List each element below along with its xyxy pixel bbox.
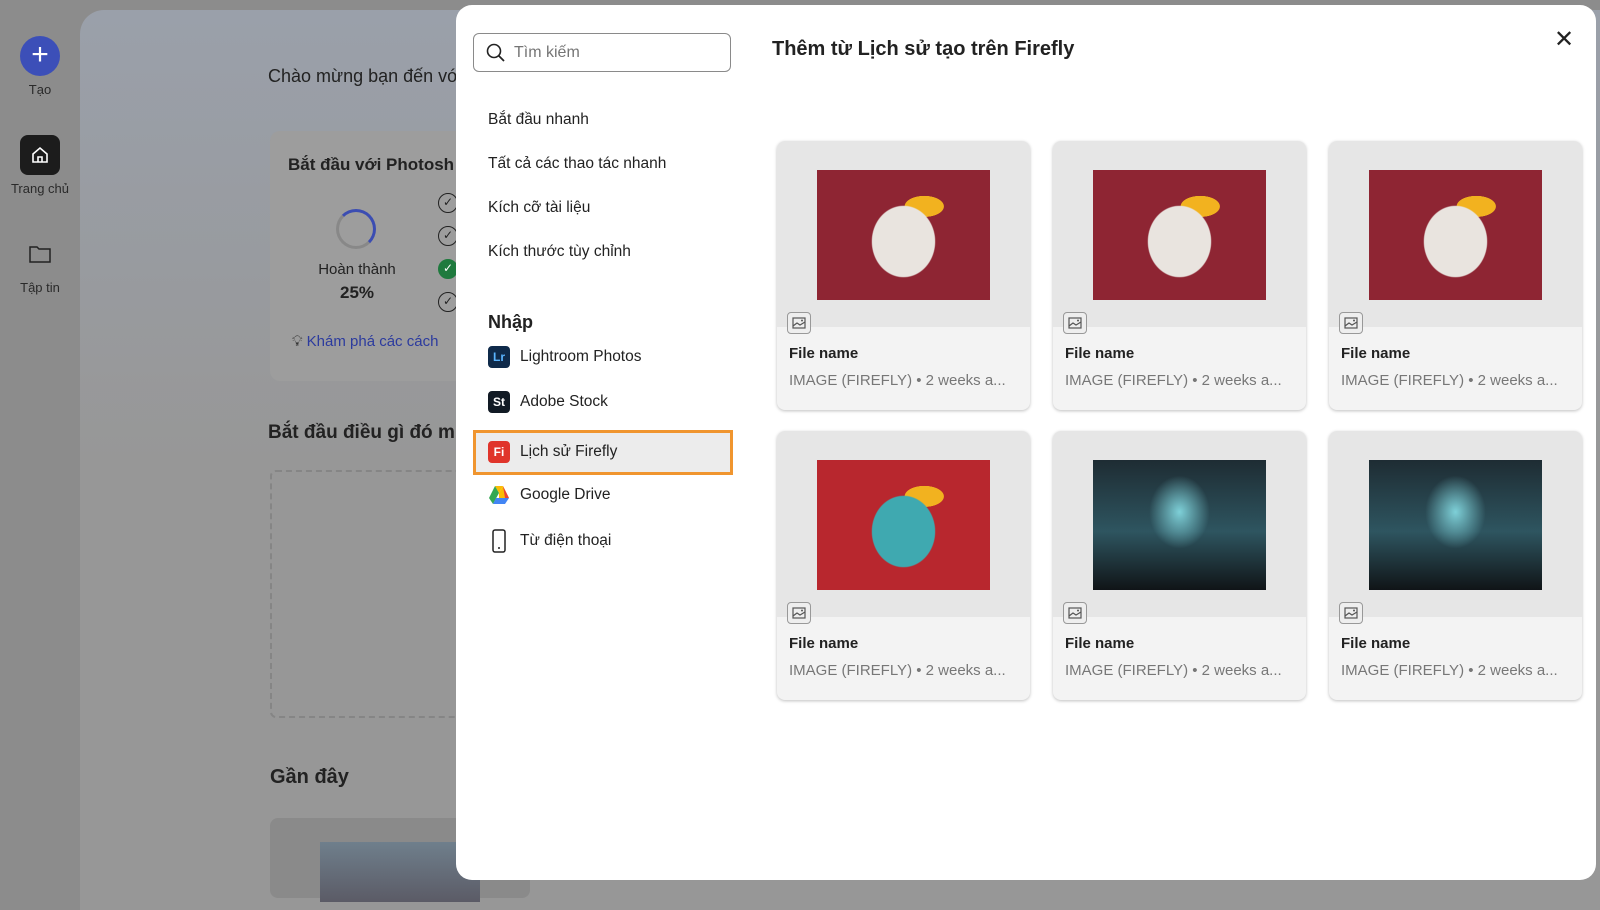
thumbnail-area <box>1329 431 1582 617</box>
file-name: File name <box>789 635 859 652</box>
file-meta: IMAGE (FIREFLY) • 2 weeks a... <box>1341 662 1558 679</box>
image-type-icon <box>1063 602 1087 624</box>
lightroom-icon: Lr <box>488 346 510 368</box>
source-lightroom[interactable]: Lr Lightroom Photos <box>488 346 642 368</box>
file-name: File name <box>1341 635 1411 652</box>
folder-icon <box>20 238 60 270</box>
source-google-drive[interactable]: Google Drive <box>488 485 610 505</box>
phone-icon <box>488 529 510 553</box>
google-drive-icon <box>488 485 510 505</box>
nav-all-quick-actions[interactable]: Tất cả các thao tác nhanh <box>488 155 666 173</box>
image-type-icon <box>787 312 811 334</box>
file-name: File name <box>1341 345 1411 362</box>
recent-heading: Gần đây <box>270 766 349 788</box>
file-meta: IMAGE (FIREFLY) • 2 weeks a... <box>789 372 1006 389</box>
close-icon[interactable]: ✕ <box>1554 25 1574 54</box>
thumbnail-area <box>777 141 1030 327</box>
file-thumbnail <box>817 460 990 590</box>
check-icon: ✓ <box>438 193 458 213</box>
welcome-text: Chào mừng bạn đến với <box>268 66 463 86</box>
home-icon <box>20 135 60 175</box>
nav-quick-start[interactable]: Bắt đầu nhanh <box>488 111 589 129</box>
card-title: Bắt đầu với Photosh <box>288 155 455 174</box>
source-adobe-stock[interactable]: St Adobe Stock <box>488 391 608 413</box>
adobe-stock-icon: St <box>488 391 510 413</box>
left-rail: + Tạo Trang chủ Tập tin <box>0 0 80 884</box>
file-thumbnail <box>817 170 990 300</box>
file-card[interactable]: File name IMAGE (FIREFLY) • 2 weeks a... <box>1053 431 1306 700</box>
file-name: File name <box>789 345 859 362</box>
firefly-icon: Fi <box>488 441 510 463</box>
thumbnail-area <box>1329 141 1582 327</box>
file-meta: IMAGE (FIREFLY) • 2 weeks a... <box>1065 372 1282 389</box>
home-label: Trang chủ <box>10 181 70 196</box>
source-phone[interactable]: Từ điện thoại <box>488 529 611 553</box>
source-label: Lightroom Photos <box>520 348 642 365</box>
home-button[interactable]: Trang chủ <box>0 135 80 196</box>
thumbnail-area <box>1053 141 1306 327</box>
image-type-icon <box>1339 602 1363 624</box>
nav-custom-size[interactable]: Kích thước tùy chỉnh <box>488 243 631 261</box>
start-section-heading: Bắt đầu điều gì đó m <box>268 422 455 443</box>
file-card[interactable]: File name IMAGE (FIREFLY) • 2 weeks a... <box>777 141 1030 410</box>
tip-link[interactable]: 💡︎ Khám phá các cách <box>292 333 438 350</box>
file-name: File name <box>1065 635 1135 652</box>
source-label: Google Drive <box>520 486 611 503</box>
progress-ring <box>336 209 376 249</box>
file-thumbnail <box>1369 460 1542 590</box>
image-type-icon <box>787 602 811 624</box>
source-label: Từ điện thoại <box>520 532 612 549</box>
source-label: Lịch sử Firefly <box>520 443 618 460</box>
search-icon <box>486 43 505 62</box>
file-thumbnail <box>1093 460 1266 590</box>
source-firefly-history[interactable]: Fi Lịch sử Firefly <box>488 441 617 463</box>
dialog-title: Thêm từ Lịch sử tạo trên Firefly <box>772 38 1075 60</box>
source-label: Adobe Stock <box>520 393 608 410</box>
import-heading: Nhập <box>488 312 533 332</box>
nav-document-size[interactable]: Kích cỡ tài liệu <box>488 199 590 217</box>
check-icon: ✓ <box>438 226 458 246</box>
files-button[interactable]: Tập tin <box>0 238 80 295</box>
search-field[interactable] <box>473 33 731 72</box>
file-name: File name <box>1065 345 1135 362</box>
thumbnail-area <box>777 431 1030 617</box>
search-input[interactable] <box>514 43 714 62</box>
check-done-icon: ✓ <box>438 259 458 279</box>
create-button[interactable]: + Tạo <box>0 36 80 97</box>
lightbulb-icon: 💡︎ <box>292 333 307 350</box>
import-dialog: Bắt đầu nhanh Tất cả các thao tác nhanh … <box>456 5 1596 880</box>
files-label: Tập tin <box>20 280 60 295</box>
tip-text: Khám phá các cách <box>306 333 439 350</box>
file-card[interactable]: File name IMAGE (FIREFLY) • 2 weeks a... <box>777 431 1030 700</box>
file-thumbnail <box>1369 170 1542 300</box>
file-meta: IMAGE (FIREFLY) • 2 weeks a... <box>1065 662 1282 679</box>
file-card[interactable]: File name IMAGE (FIREFLY) • 2 weeks a... <box>1053 141 1306 410</box>
file-meta: IMAGE (FIREFLY) • 2 weeks a... <box>1341 372 1558 389</box>
image-type-icon <box>1339 312 1363 334</box>
file-thumbnail <box>1093 170 1266 300</box>
file-card[interactable]: File name IMAGE (FIREFLY) • 2 weeks a... <box>1329 431 1582 700</box>
thumbnail-area <box>1053 431 1306 617</box>
file-card[interactable]: File name IMAGE (FIREFLY) • 2 weeks a... <box>1329 141 1582 410</box>
progress-value: 25% <box>339 283 375 302</box>
file-meta: IMAGE (FIREFLY) • 2 weeks a... <box>789 662 1006 679</box>
plus-icon: + <box>20 36 60 76</box>
image-type-icon <box>1063 312 1087 334</box>
progress-label: Hoàn thành <box>318 261 396 278</box>
create-label: Tạo <box>28 82 52 97</box>
check-icon: ✓ <box>438 292 458 312</box>
